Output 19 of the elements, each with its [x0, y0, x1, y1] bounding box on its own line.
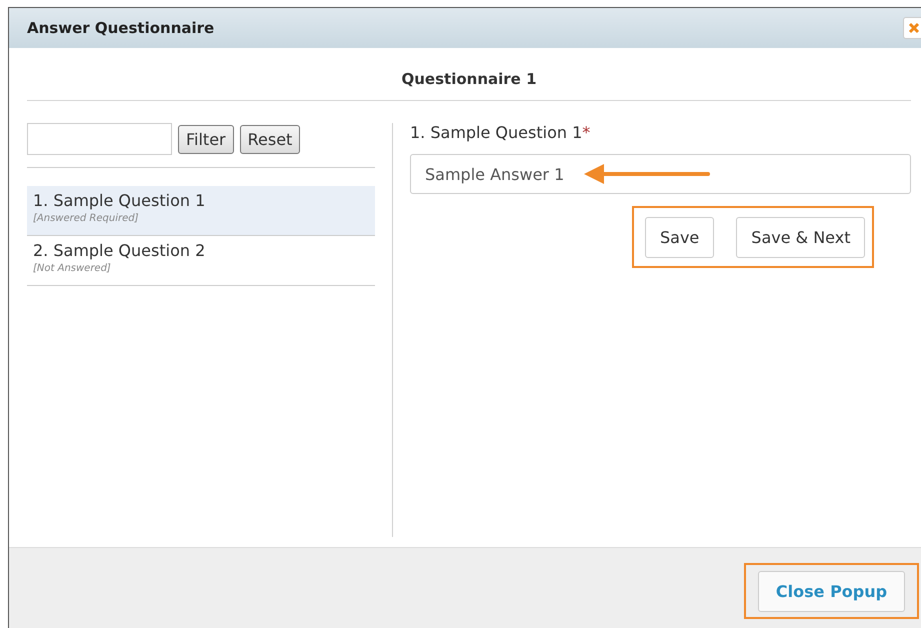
save-next-button[interactable]: Save & Next: [736, 216, 866, 258]
save-button[interactable]: Save: [645, 216, 714, 258]
required-mark: *: [582, 123, 590, 142]
answer-field[interactable]: Sample Answer 1: [410, 154, 911, 194]
question-label: 1. Sample Question 1: [410, 123, 582, 142]
question-item[interactable]: 1. Sample Question 1 [Answered Required]: [27, 186, 375, 236]
close-icon: [908, 22, 920, 34]
close-button[interactable]: [903, 17, 921, 39]
window-title: Answer Questionnaire: [27, 19, 214, 37]
question-title: 1. Sample Question 1: [33, 191, 206, 210]
reset-button[interactable]: Reset: [240, 124, 300, 154]
question-status: [Not Answered]: [33, 263, 112, 274]
question-status: [Answered Required]: [33, 213, 140, 224]
filter-field[interactable]: [27, 123, 172, 155]
arrow-icon: [584, 163, 712, 185]
filter-button[interactable]: Filter: [178, 124, 234, 154]
question-title: 2. Sample Question 2: [33, 241, 206, 260]
question-item[interactable]: 2. Sample Question 2 [Not Answered]: [27, 236, 375, 286]
questionnaire-heading: Questionnaire 1: [27, 48, 911, 101]
